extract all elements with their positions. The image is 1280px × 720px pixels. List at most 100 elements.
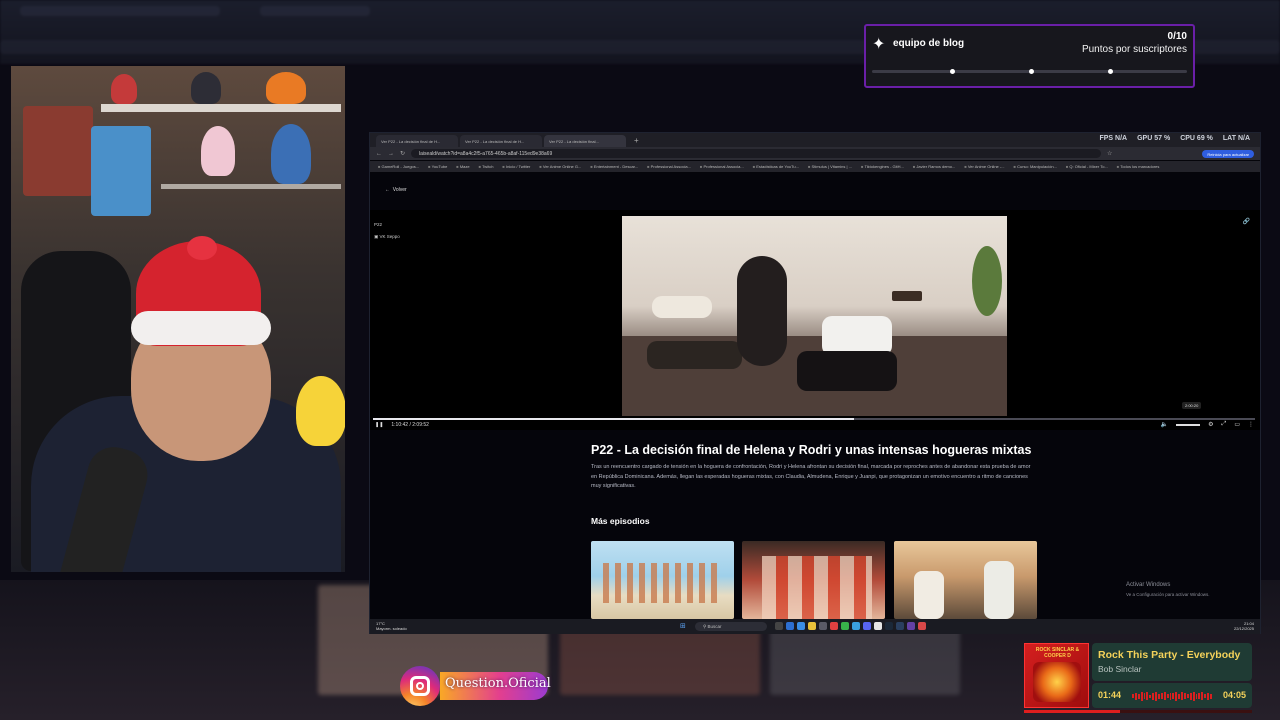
bookmark[interactable]: Estadísticas de YouTu...: [753, 164, 799, 169]
volume-slider[interactable]: [1176, 423, 1201, 426]
bookmark[interactable]: Stimulus | Vitamins | ...: [808, 164, 852, 169]
app-icon[interactable]: [852, 622, 860, 630]
star-icon[interactable]: ☆: [1107, 150, 1112, 157]
poster: [91, 126, 151, 216]
waveform-bar: [1132, 694, 1134, 698]
address-bar: ← → ↻ laiseald/watch?id=a8a4c2f5-a765-46…: [370, 147, 1260, 160]
waveform-bar: [1143, 693, 1146, 699]
video-frame[interactable]: [622, 216, 1007, 416]
episode-thumbnail[interactable]: [894, 541, 1037, 619]
gpu-value: 57 %: [1154, 135, 1171, 142]
pikachu-plush: [296, 376, 345, 446]
link-icon[interactable]: 🔗: [1243, 218, 1250, 225]
reload-icon[interactable]: ↻: [400, 150, 405, 157]
waveform-bar: [1155, 691, 1158, 701]
task-view-icon[interactable]: [775, 622, 783, 630]
discord-icon[interactable]: [863, 622, 871, 630]
waveform-bar: [1166, 694, 1169, 698]
video-player[interactable]: P22 ▣ VK Seppo 🔗 2:00:20 ❚❚ 1:10:42 / 2:: [370, 210, 1260, 430]
episode-thumbnail[interactable]: [591, 541, 734, 619]
waveform-bar: [1172, 693, 1175, 699]
bookmark[interactable]: YouTube: [428, 164, 448, 169]
activate-title: Activar Windows: [1126, 582, 1171, 588]
bookmark[interactable]: Ver Anime Online G...: [539, 164, 581, 169]
waveform-bar: [1201, 692, 1204, 700]
obs-icon[interactable]: [918, 622, 926, 630]
back-button[interactable]: ← Volver: [385, 187, 407, 193]
track-timeline: 01:44 04:05: [1092, 683, 1252, 708]
time-display: 1:10:42 / 2:09:52: [391, 422, 429, 428]
santa-hat-trim: [131, 311, 271, 345]
figure: [191, 72, 221, 104]
forward-arrow-icon[interactable]: →: [388, 151, 394, 157]
weather-widget[interactable]: 17°C Mayorm. soleado: [376, 621, 407, 631]
album-cover-art: [1033, 662, 1081, 702]
bookmark[interactable]: Inicio / Twitter: [502, 164, 530, 169]
settings-gear-icon[interactable]: ⚙: [1208, 421, 1213, 428]
thumbnail-people: [984, 561, 1014, 619]
seek-bar[interactable]: [373, 418, 1255, 420]
episode-thumbnail[interactable]: [742, 541, 885, 619]
taskbar-search[interactable]: ⚲ Buscar: [695, 622, 767, 631]
waveform-bar: [1192, 691, 1195, 701]
figure: [271, 124, 311, 184]
bookmark[interactable]: Twitch: [479, 164, 493, 169]
goal-count: 0/10: [1167, 31, 1187, 42]
file-explorer-icon[interactable]: [808, 622, 816, 630]
app-icon[interactable]: [797, 622, 805, 630]
pause-icon[interactable]: ❚❚: [375, 422, 383, 428]
player-controls-left: ❚❚ 1:10:42 / 2:09:52: [375, 422, 429, 428]
waveform-bar: [1195, 693, 1198, 699]
tray-date: 22/12/2025: [1233, 626, 1254, 631]
app-icon[interactable]: [830, 622, 838, 630]
bookmark[interactable]: GameRoll - Juegos...: [378, 164, 420, 169]
episode-title: P22 - La decisión final de Helena y Rodr…: [591, 443, 1032, 457]
bookmark[interactable]: Professional Associa...: [647, 164, 691, 169]
app-icon[interactable]: [841, 622, 849, 630]
source-label: VK Seppo: [379, 234, 400, 239]
waveform-bar: [1152, 692, 1155, 700]
bookmarks-other[interactable]: Todos los marcadores: [1117, 164, 1159, 169]
chrome-icon[interactable]: [874, 622, 882, 630]
bookmark[interactable]: Professional Associa...: [700, 164, 743, 169]
time-current: 1:10:42: [391, 422, 409, 428]
back-arrow-icon[interactable]: ←: [376, 151, 382, 157]
fullscreen-icon[interactable]: ⤢: [1222, 421, 1227, 428]
bookmark[interactable]: Javier Ramos demo...: [913, 164, 955, 169]
system-tray[interactable]: 21:04 22/12/2025: [1234, 621, 1254, 631]
app-icon[interactable]: [907, 622, 915, 630]
shelf: [161, 184, 341, 189]
lat-value: N/A: [1237, 135, 1250, 142]
more-icon[interactable]: ⋮: [1248, 421, 1254, 428]
now-playing-widget: ROCK SINCLAR & COOPER D Rock This Party …: [1024, 643, 1252, 713]
bookmark[interactable]: Tiktokengines - GitH...: [861, 164, 903, 169]
nightstand: [892, 291, 922, 301]
browser-tab[interactable]: Ver P22 - La decisión final de H...: [460, 135, 542, 147]
windows-start-icon[interactable]: ⊞: [680, 622, 686, 631]
url-field[interactable]: laiseald/watch?id=a8a4c2f5-a765-465b-a8a…: [411, 149, 1102, 158]
update-button[interactable]: Reinicia para actualizar: [1202, 149, 1254, 158]
bookmark[interactable]: Ver Anime Online -...: [964, 164, 1005, 169]
bookmark[interactable]: Maze: [456, 164, 470, 169]
bookmark[interactable]: Q: Oficial - Mixer To...: [1066, 164, 1107, 169]
windows-taskbar: 17°C Mayorm. soleado ⊞ ⚲ Buscar 21:04 22…: [370, 619, 1260, 634]
bookmark[interactable]: Entertainment - Descar...: [590, 164, 638, 169]
bookmark[interactable]: Curso: Manipulación...: [1014, 164, 1057, 169]
app-icon[interactable]: [896, 622, 904, 630]
browser-tab[interactable]: Ver P22 - La decisión final de H...: [376, 135, 458, 147]
app-icon[interactable]: [786, 622, 794, 630]
new-tab-icon[interactable]: +: [628, 135, 645, 147]
app-icon[interactable]: [819, 622, 827, 630]
album-cover-text: ROCK SINCLAR & COOPER D: [1035, 647, 1080, 659]
subscriber-goal-widget: ✦ equipo de blog 0/10 Puntos por suscrip…: [864, 24, 1195, 88]
goal-label: Puntos por suscriptores: [1081, 44, 1187, 55]
plant: [972, 246, 1002, 316]
steam-icon[interactable]: [885, 622, 893, 630]
volume-icon[interactable]: 🔈: [1161, 421, 1168, 428]
track-info: Rock This Party - Everybody Bob Sinclar: [1092, 643, 1252, 681]
cast-icon[interactable]: ▭: [1234, 421, 1240, 428]
waveform-bar: [1198, 693, 1201, 699]
track-elapsed: 01:44: [1098, 690, 1122, 700]
browser-tab-active[interactable]: Ver P22 - La decisión final...: [544, 135, 626, 147]
webcam-feed: [11, 66, 345, 572]
